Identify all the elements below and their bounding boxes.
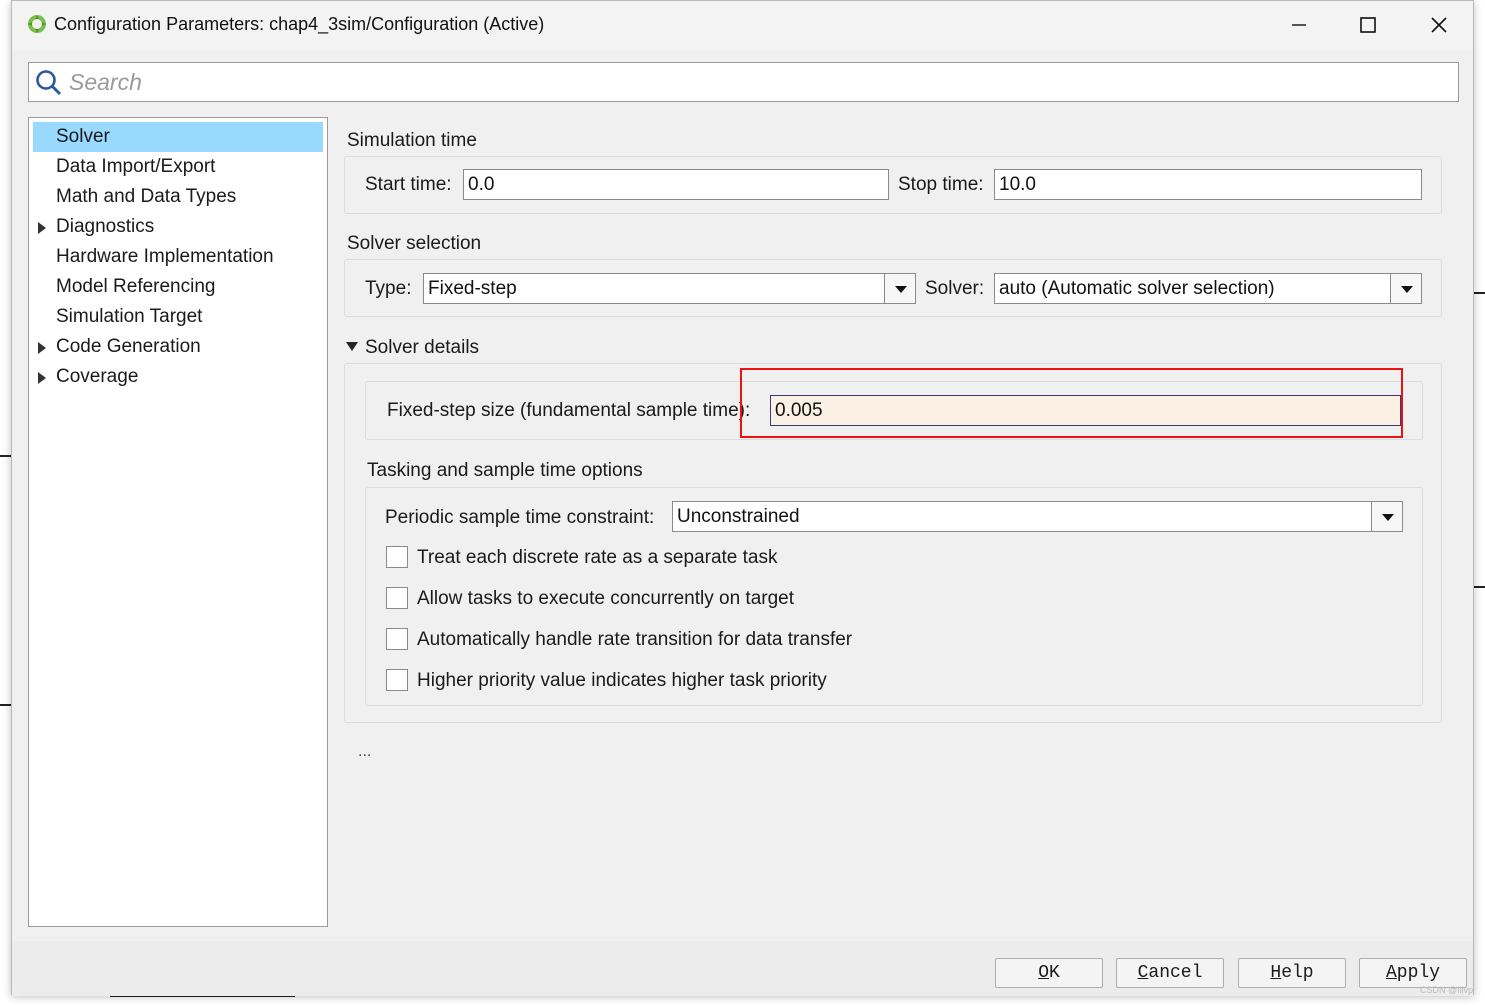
chevron-down-icon[interactable] [884,274,915,303]
ok-label: K [1049,963,1060,983]
fixed-step-size-label: Fixed-step size (fundamental sample time… [387,400,751,421]
background-line [1474,586,1485,588]
step-size-group: Fixed-step size (fundamental sample time… [365,381,1423,440]
concurrent-tasks-checkbox[interactable] [386,587,408,609]
search-input[interactable] [69,65,1449,99]
background-line [0,704,11,706]
tree-item-coverage[interactable]: Coverage [33,362,323,392]
checkbox-label: Automatically handle rate transition for… [417,629,853,650]
cancel-mnemonic: C [1137,963,1149,983]
separate-task-checkbox[interactable] [386,546,408,568]
tree-item-label: Model Referencing [56,276,216,297]
start-time-field[interactable] [463,169,889,200]
checkbox-label: Allow tasks to execute concurrently on t… [417,588,795,609]
solver-dropdown[interactable]: auto (Automatic solver selection) [994,273,1422,304]
priority-checkbox[interactable] [386,669,408,691]
apply-mnemonic: A [1385,963,1397,983]
tree-item-label: Hardware Implementation [56,246,274,267]
tasking-heading: Tasking and sample time options [367,460,643,481]
solver-selection-heading: Solver selection [347,233,482,254]
solver-details-heading[interactable]: Solver details [365,337,479,359]
type-dropdown-value: Fixed-step [428,278,517,299]
type-label: Type: [365,278,412,299]
checkbox-label: Higher priority value indicates higher t… [417,670,827,691]
checkbox-label: Treat each discrete rate as a separate t… [417,547,778,568]
tree-item-diagnostics[interactable]: Diagnostics [33,212,323,242]
apply-label: pply [1396,963,1441,983]
search-box [28,62,1459,102]
tree-item-label: Code Generation [56,336,201,357]
tree-item-model-referencing[interactable]: Model Referencing [33,272,323,302]
tree-item-solver[interactable]: Solver [33,122,323,152]
cancel-button[interactable]: Cancel [1116,958,1224,988]
tree-item-label: Simulation Target [56,306,203,327]
tree-item-label: Data Import/Export [56,156,216,177]
title-bar: Configuration Parameters: chap4_3sim/Con… [12,1,1473,50]
maximize-icon [1360,17,1376,33]
simulation-time-group: Start time: Stop time: [344,156,1442,214]
chevron-down-icon[interactable] [1371,502,1402,531]
window-title: Configuration Parameters: chap4_3sim/Con… [54,14,545,34]
constraint-dropdown-value: Unconstrained [677,506,800,527]
start-time-label: Start time: [365,174,452,195]
stop-time-field[interactable] [994,169,1422,200]
help-mnemonic: H [1270,963,1282,983]
expand-arrow-icon[interactable] [38,372,46,384]
fixed-step-size-field[interactable] [770,395,1401,426]
solver-details-group: Fixed-step size (fundamental sample time… [344,363,1442,723]
tree-item-hardware-implementation[interactable]: Hardware Implementation [33,242,323,272]
rate-transition-checkbox[interactable] [386,628,408,650]
tree-item-simulation-target[interactable]: Simulation Target [33,302,323,332]
simulation-time-heading: Simulation time [347,130,477,151]
expand-arrow-icon[interactable] [38,342,46,354]
minimize-button[interactable] [1276,9,1322,41]
ok-button[interactable]: OK [995,958,1103,988]
chevron-down-icon[interactable] [1390,274,1421,303]
cancel-label: ancel [1148,963,1203,983]
config-dialog: Configuration Parameters: chap4_3sim/Con… [11,0,1474,996]
tree-item-label: Math and Data Types [56,186,237,207]
apply-button[interactable]: Apply [1359,958,1467,988]
tree-item-data-import-export[interactable]: Data Import/Export [33,152,323,182]
help-button[interactable]: Help [1238,958,1346,988]
minimize-icon [1292,24,1306,26]
close-button[interactable] [1416,9,1462,41]
maximize-button[interactable] [1345,9,1391,41]
tree-item-math-and-data-types[interactable]: Math and Data Types [33,182,323,212]
solver-selection-group: Type: Fixed-step Solver: auto (Automatic… [344,259,1442,317]
tree-item-label: Coverage [56,366,139,387]
expand-arrow-icon[interactable] [38,222,46,234]
tasking-group: Periodic sample time constraint: Unconst… [365,487,1423,706]
collapse-arrow-icon[interactable] [346,342,358,352]
tree-item-code-generation[interactable]: Code Generation [33,332,323,362]
stop-time-label: Stop time: [898,174,984,195]
watermark: CSDN @Ilivp [1420,985,1474,995]
tree-item-label: Diagnostics [56,216,155,237]
simulink-app-icon [28,15,46,33]
category-tree: Solver Data Import/Export Math and Data … [28,117,328,927]
solver-dropdown-value: auto (Automatic solver selection) [999,278,1275,299]
tree-item-label: Solver [56,126,110,147]
close-icon [1431,17,1447,33]
solver-label: Solver: [925,278,985,299]
help-label: elp [1281,963,1314,983]
constraint-label: Periodic sample time constraint: [385,507,655,528]
more-options-ellipsis[interactable]: ... [358,743,371,761]
background-line [0,455,11,457]
type-dropdown[interactable]: Fixed-step [423,273,916,304]
constraint-dropdown[interactable]: Unconstrained [672,501,1403,532]
search-icon [36,70,62,96]
background-line [1474,292,1485,294]
ok-mnemonic: O [1038,963,1049,983]
